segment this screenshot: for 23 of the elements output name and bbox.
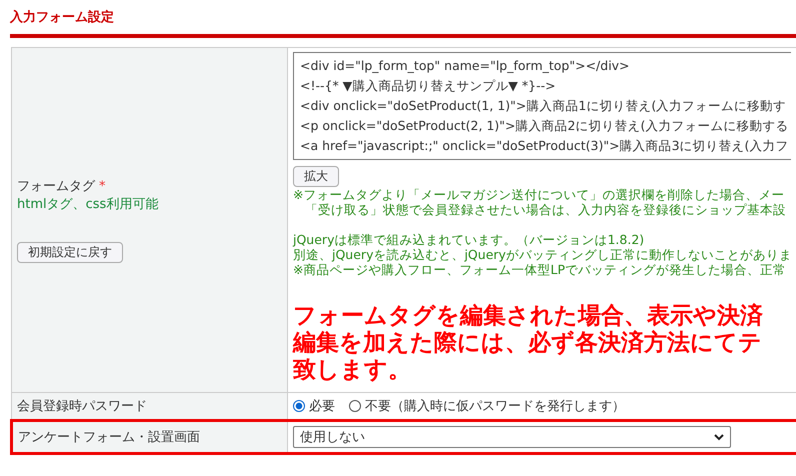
warning-text: 編集を加えた際には、必ず各決済方法にてテ <box>293 330 762 357</box>
field-label: アンケートフォーム・設置画面 <box>18 429 200 446</box>
note-text: ※商品ページや購入フロー、フォーム一体型LPでバッティングが発生した場合、正常 <box>293 262 786 277</box>
note-text: 「受け取る」状態で会員登録させたい場合は、入力内容を登録後にショップ基本設 <box>304 202 786 217</box>
note-text: jQueryは標準で組み込まれています。（バージョンは1.8.2) <box>293 232 644 247</box>
radio-button[interactable] <box>349 400 361 412</box>
field-hint: htmlタグ、css利用可能 <box>17 196 158 213</box>
expand-button[interactable]: 拡大 <box>293 166 339 187</box>
required-mark: * <box>99 179 106 194</box>
select-dropdown[interactable]: 使用しない <box>293 426 731 448</box>
field-label: フォームタグ <box>17 178 95 195</box>
note-text: ※フォームタグより「メールマガジン送付について」の選択欄を削除した場合、メー <box>293 187 784 202</box>
reset-button[interactable]: 初期設定に戻す <box>17 242 123 263</box>
warning-text: フォームタグを編集された場合、表示や決済 <box>293 303 763 330</box>
note-text: 別途、jQueryを読み込むと、jQueryがバッティングし正常に動作しないことがありま <box>293 247 792 262</box>
radio-label[interactable]: 必要 <box>309 397 335 415</box>
field-label: 会員登録時パスワード <box>17 398 147 415</box>
section-title: 入力フォーム設定 <box>10 8 114 26</box>
code-textarea[interactable]: <div id="lp_form_top" name="lp_form_top"></div> <!--{* ▼購入商品切り替えサンプル▼ *}--> <div onclick="doSetProduct(1, 1)">購入商品1に切り替え(入力フォームに移動す <p onclick="doSetProduct(2, 1)">購入商品2に切り替え(入力フォームに移動する <a href="javascript:;" onclick="doSetProduct(3)">購入商品3に切り替え(入力フ <box>293 52 791 160</box>
radio-button[interactable] <box>293 400 305 412</box>
warning-text: 致します。 <box>293 357 411 384</box>
radio-label[interactable]: 不要（購入時に仮パスワードを発行します） <box>365 397 625 415</box>
chevron-down-icon <box>714 434 724 440</box>
